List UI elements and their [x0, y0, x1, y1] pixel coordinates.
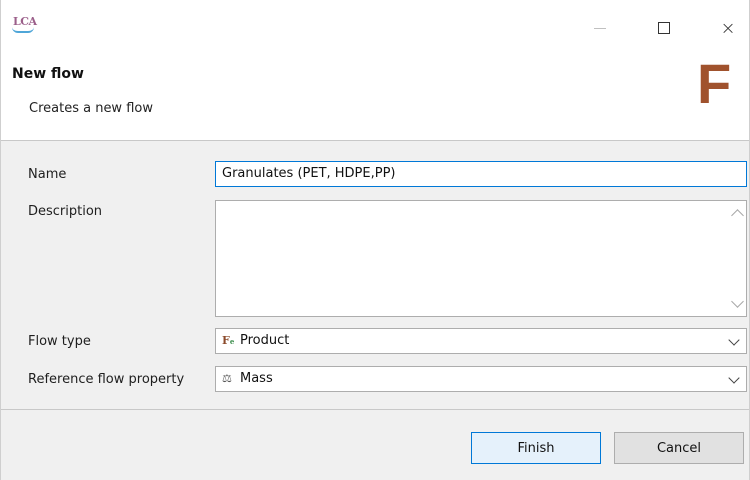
- app-logo-icon: LCA: [12, 15, 37, 33]
- title-bar[interactable]: LCA ×: [1, 0, 749, 58]
- reference-flow-property-select[interactable]: ⚖ Mass: [215, 366, 747, 392]
- description-scrollbar[interactable]: [729, 201, 746, 316]
- flow-type-letter-icon: F: [697, 52, 732, 115]
- close-icon: ×: [720, 17, 736, 39]
- flow-type-label: Flow type: [28, 334, 91, 349]
- scale-icon: ⚖: [222, 372, 232, 385]
- minimize-icon: [594, 27, 606, 29]
- description-textarea[interactable]: [215, 200, 747, 317]
- close-button[interactable]: ×: [713, 16, 743, 40]
- dialog-footer: Finish Cancel: [1, 410, 749, 480]
- chevron-down-icon: [728, 334, 740, 346]
- new-flow-dialog: LCA × New flow Creates a new flow F Name…: [0, 0, 750, 480]
- name-label: Name: [28, 167, 67, 182]
- description-label: Description: [28, 204, 103, 219]
- scroll-up-icon[interactable]: [731, 209, 744, 222]
- finish-button[interactable]: Finish: [471, 432, 601, 464]
- name-input[interactable]: Granulates (PET, HDPE,PP): [215, 161, 747, 187]
- flow-form: Name Granulates (PET, HDPE,PP) Descripti…: [1, 141, 749, 409]
- flow-type-value: Product: [240, 333, 290, 348]
- chevron-down-icon: [728, 372, 740, 384]
- reference-flow-property-value: Mass: [240, 371, 273, 386]
- cancel-button[interactable]: Cancel: [614, 432, 744, 464]
- minimize-button[interactable]: [585, 16, 615, 40]
- maximize-button[interactable]: [649, 16, 679, 40]
- reference-flow-property-label: Reference flow property: [28, 372, 185, 387]
- scroll-down-icon[interactable]: [731, 295, 744, 308]
- dialog-subtitle: Creates a new flow: [29, 101, 153, 116]
- dialog-title: New flow: [12, 66, 84, 82]
- maximize-icon: [658, 22, 670, 34]
- product-flow-icon: Fe: [222, 334, 235, 347]
- flow-type-select[interactable]: Fe Product: [215, 328, 747, 354]
